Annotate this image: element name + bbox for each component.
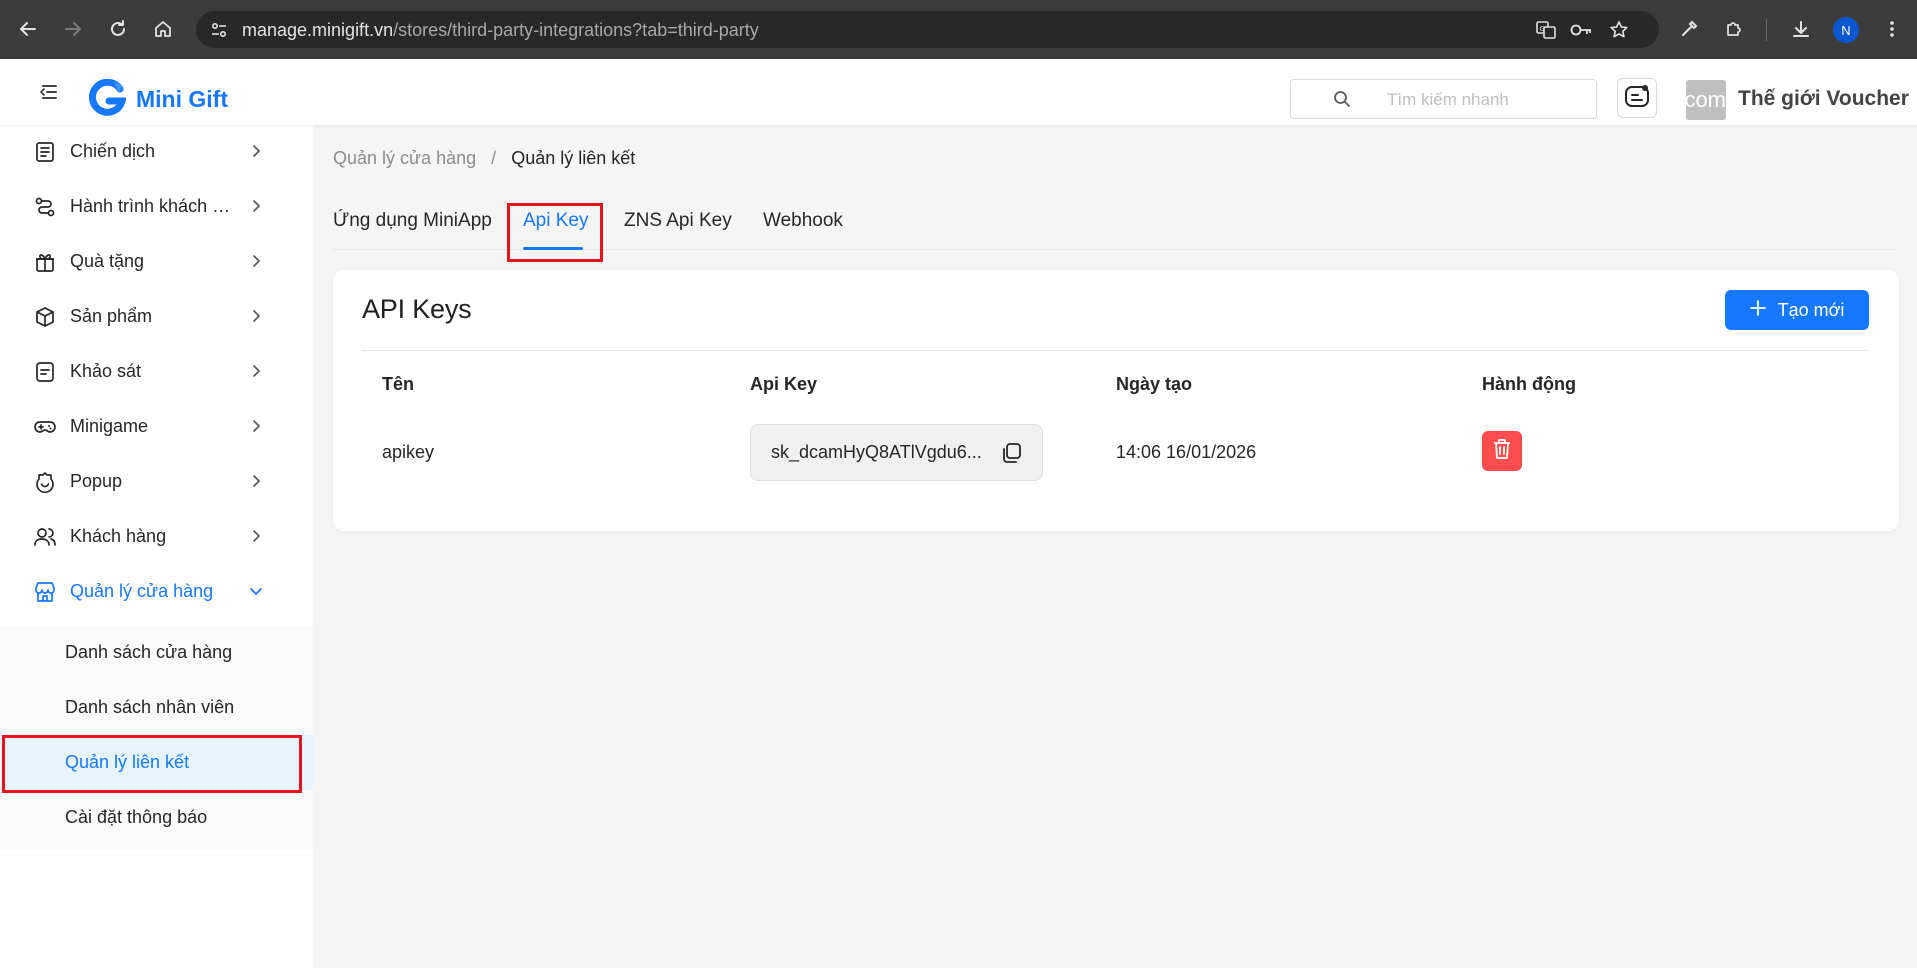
- translate-icon[interactable]: G: [1532, 16, 1560, 44]
- svg-text:G: G: [1540, 25, 1545, 33]
- journey-icon: [33, 195, 57, 219]
- sidebar-item-products[interactable]: Sản phẩm: [0, 290, 313, 345]
- eyedropper-extension-icon[interactable]: [1673, 13, 1705, 45]
- app-header: Mini Gift Tìm kiếm nhanh com Thế giới Vo…: [0, 59, 1917, 125]
- breadcrumb-parent[interactable]: Quản lý cửa hàng: [333, 148, 476, 168]
- sidebar-item-popup[interactable]: Popup: [0, 455, 313, 510]
- submenu-item-staff-list[interactable]: Danh sách nhân viên: [0, 680, 313, 735]
- logo-text[interactable]: Mini Gift: [136, 86, 228, 113]
- popup-icon: [33, 470, 57, 494]
- gift-icon: [33, 250, 57, 274]
- store-icon: [33, 580, 57, 604]
- submenu-item-integrations[interactable]: Quản lý liên kết: [0, 735, 313, 790]
- integration-tabs: Ứng dụng MiniApp Api Key ZNS Api Key Web…: [333, 200, 1898, 250]
- sidebar-item-surveys[interactable]: Khảo sát: [0, 345, 313, 400]
- api-key-value-box: sk_dcamHyQ8ATlVgdu6...: [750, 424, 1043, 481]
- toolbar-separator: [1766, 19, 1767, 41]
- sidebar-item-minigame[interactable]: Minigame: [0, 400, 313, 455]
- api-keys-card: API Keys Tạo mới Tên Api Key Ngày tạo Hà…: [333, 270, 1899, 531]
- sidebar-item-customer-journey[interactable]: Hành trình khách hàng: [0, 180, 313, 235]
- breadcrumb-separator: /: [491, 148, 497, 168]
- create-api-key-button[interactable]: Tạo mới: [1725, 290, 1869, 330]
- search-placeholder: Tìm kiếm nhanh: [1387, 90, 1509, 109]
- chevron-right-icon: [247, 472, 265, 490]
- plus-icon: [1749, 299, 1766, 321]
- chevron-right-icon: [247, 527, 265, 545]
- trash-icon: [1491, 437, 1513, 466]
- delete-api-key-button[interactable]: [1482, 431, 1522, 471]
- sidebar-item-store-management[interactable]: Quản lý cửa hàng: [0, 565, 313, 620]
- chevron-right-icon: [247, 307, 265, 325]
- chevron-right-icon: [247, 142, 265, 160]
- survey-icon: [33, 360, 57, 384]
- tab-zns-api-key[interactable]: ZNS Api Key: [624, 210, 732, 232]
- tab-miniapp[interactable]: Ứng dụng MiniApp: [333, 210, 492, 232]
- chatbot-icon: [1623, 82, 1651, 115]
- home-icon[interactable]: [147, 13, 179, 45]
- campaign-icon: [33, 140, 57, 164]
- extensions-puzzle-icon[interactable]: [1718, 13, 1750, 45]
- tab-webhook[interactable]: Webhook: [763, 210, 843, 232]
- sidebar-item-campaigns[interactable]: Chiến dịch: [0, 125, 313, 180]
- download-icon[interactable]: [1785, 13, 1817, 45]
- chevron-right-icon: [247, 252, 265, 270]
- breadcrumb-current: Quản lý liên kết: [511, 148, 636, 168]
- chevron-right-icon: [247, 362, 265, 380]
- breadcrumb: Quản lý cửa hàng / Quản lý liên kết: [333, 148, 635, 169]
- chevron-right-icon: [247, 197, 265, 215]
- bookmark-star-icon[interactable]: [1605, 16, 1633, 44]
- chrome-menu-icon[interactable]: [1876, 13, 1908, 45]
- reload-icon[interactable]: [102, 13, 134, 45]
- password-key-icon[interactable]: [1567, 16, 1595, 44]
- sidebar-item-customers[interactable]: Khách hàng: [0, 510, 313, 565]
- submenu-item-store-list[interactable]: Danh sách cửa hàng: [0, 625, 313, 680]
- column-header-name: Tên: [382, 374, 415, 394]
- sidebar-item-gifts[interactable]: Quà tặng: [0, 235, 313, 290]
- column-header-api-key: Api Key: [750, 374, 818, 394]
- search-icon: [1333, 90, 1351, 113]
- chevron-right-icon: [247, 417, 265, 435]
- card-divider: [362, 350, 1869, 351]
- mini-gift-logo-icon[interactable]: [88, 78, 127, 117]
- browser-toolbar: manage.minigift.vn/stores/third-party-in…: [0, 0, 1917, 59]
- menu-collapse-icon[interactable]: [36, 81, 62, 103]
- copy-icon[interactable]: [999, 441, 1023, 465]
- tab-api-key[interactable]: Api Key: [523, 210, 588, 232]
- address-bar[interactable]: manage.minigift.vn/stores/third-party-in…: [196, 11, 1659, 48]
- url-text: manage.minigift.vn/stores/third-party-in…: [242, 20, 759, 40]
- customers-icon: [33, 525, 57, 549]
- forward-icon[interactable]: [57, 13, 89, 45]
- submenu-item-notification-settings[interactable]: Cài đặt thông báo: [0, 790, 313, 845]
- search-input[interactable]: Tìm kiếm nhanh: [1290, 79, 1597, 119]
- column-header-actions: Hành động: [1482, 374, 1576, 394]
- profile-avatar[interactable]: N: [1833, 17, 1859, 43]
- card-title: API Keys: [362, 294, 472, 324]
- product-box-icon: [33, 305, 57, 329]
- chevron-down-icon: [247, 582, 265, 600]
- cell-created-date: 14:06 16/01/2026: [1116, 442, 1257, 462]
- column-header-created: Ngày tạo: [1116, 374, 1193, 394]
- cell-key-name: apikey: [382, 442, 435, 462]
- api-key-value: sk_dcamHyQ8ATlVgdu6...: [771, 442, 982, 462]
- site-info-icon[interactable]: [208, 19, 230, 41]
- store-management-submenu: Danh sách cửa hàng Danh sách nhân viên Q…: [0, 625, 313, 850]
- store-name[interactable]: Thế giới Voucher: [1738, 87, 1909, 111]
- back-icon[interactable]: [12, 13, 44, 45]
- gamepad-icon: [33, 415, 57, 439]
- chatbot-button[interactable]: [1617, 78, 1657, 118]
- sidebar: Chiến dịch Hành trình khách hàng Quà tặn…: [0, 125, 313, 968]
- store-avatar[interactable]: com: [1686, 80, 1726, 120]
- active-tab-indicator: [523, 247, 583, 250]
